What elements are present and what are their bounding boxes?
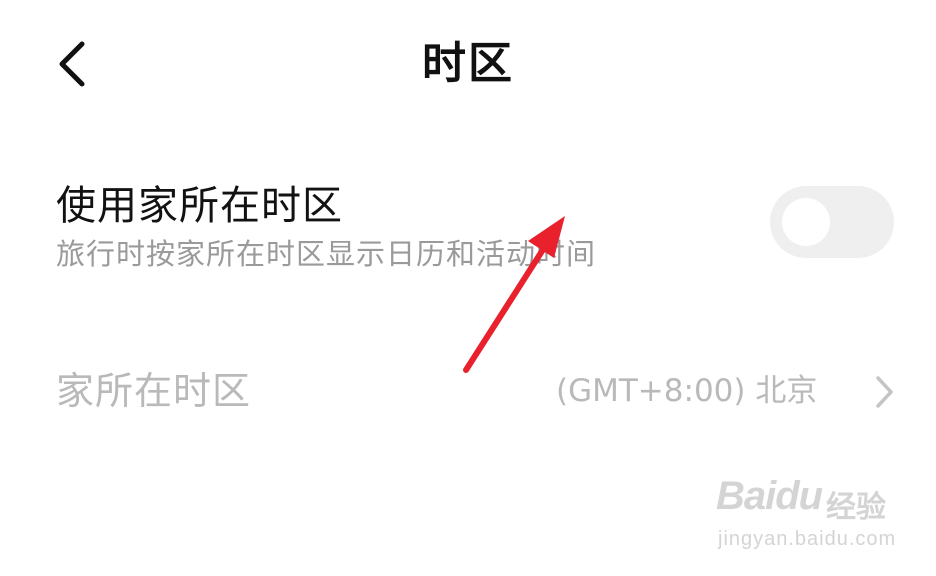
home-timezone-label: 家所在时区	[56, 369, 252, 413]
use-home-timezone-title: 使用家所在时区	[56, 183, 343, 229]
use-home-timezone-toggle[interactable]	[770, 186, 894, 258]
header: 时区	[0, 0, 936, 130]
home-timezone-value: (GMT+8:00) 北京	[556, 373, 818, 409]
home-timezone-row[interactable]: 家所在时区 (GMT+8:00) 北京	[0, 352, 936, 432]
baidu-watermark: Baidu 经验 jingyan.baidu.com	[716, 474, 916, 564]
page-title: 时区	[422, 38, 514, 89]
toggle-knob	[782, 198, 830, 246]
use-home-timezone-description: 旅行时按家所在时区显示日历和活动时间	[56, 237, 597, 271]
watermark-cn: 经验	[826, 491, 886, 524]
chevron-right-icon	[876, 376, 893, 408]
watermark-url: jingyan.baidu.com	[718, 528, 897, 550]
watermark-brand: Baidu	[716, 474, 823, 518]
